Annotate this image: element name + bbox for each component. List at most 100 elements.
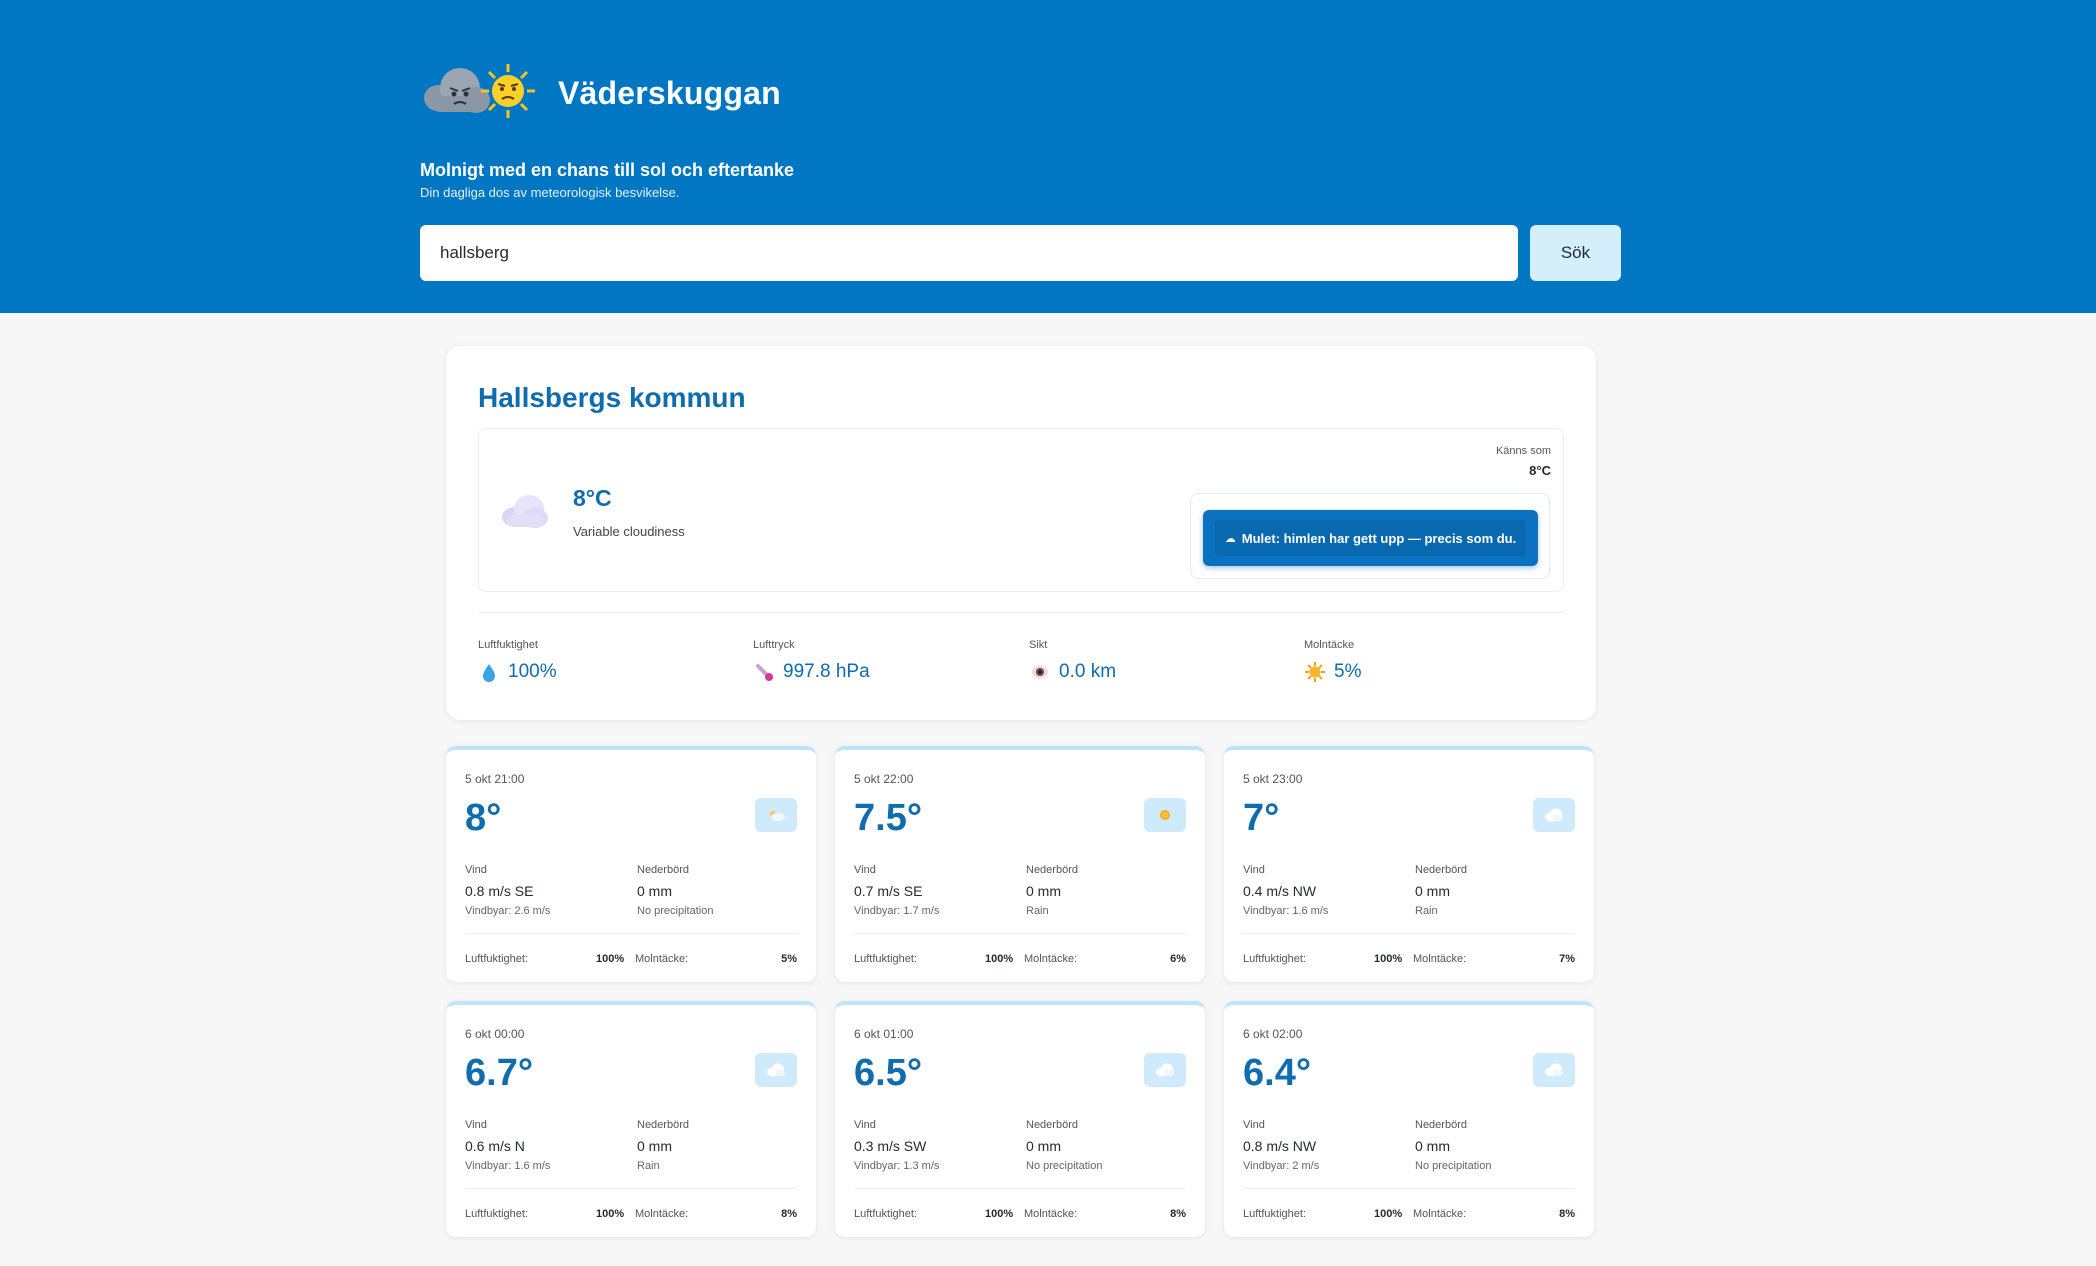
search-button[interactable]: Sök (1530, 225, 1621, 281)
eye-icon (1029, 661, 1051, 683)
cloud-icon (1144, 1053, 1186, 1087)
forecast-temperature: 7° (1243, 797, 1280, 839)
forecast-card: 6 okt 01:00 6.5° Vind 0.3 m/s SW Vindbya… (835, 1001, 1205, 1237)
cloud-icon: ☁ (1224, 532, 1236, 545)
wind-value: 0.8 m/s SE (465, 883, 534, 899)
stat-value: 5% (1334, 661, 1362, 682)
site-header: Väderskuggan Molnigt med en chans till s… (0, 0, 2096, 313)
wind-value: 0.3 m/s SW (854, 1138, 927, 1154)
stat-label: Molntäcke (1304, 639, 1355, 651)
divider (1243, 1188, 1575, 1189)
forecast-time: 6 okt 02:00 (1243, 1027, 1303, 1041)
cloud-label: Molntäcke: (1024, 1208, 1078, 1220)
divider (478, 612, 1564, 613)
divider (1243, 933, 1575, 934)
cloud-value: 8% (781, 1208, 797, 1220)
forecast-temperature: 6.4° (1243, 1052, 1312, 1094)
cloud-icon (499, 493, 549, 529)
logo (420, 58, 542, 128)
quip-banner: ☁ Mulet: himlen har gett upp — precis so… (1203, 510, 1538, 566)
precip-type: Rain (637, 1160, 660, 1172)
precip-label: Nederbörd (637, 1119, 689, 1131)
wind-value: 0.8 m/s NW (1243, 1138, 1317, 1154)
quip-text: Mulet: himlen har gett upp — precis som … (1241, 530, 1517, 546)
wind-gusts: Vindbyar: 2.6 m/s (465, 905, 551, 917)
precip-type: Rain (1415, 905, 1438, 917)
cloud-value: 6% (1170, 953, 1186, 965)
droplet-icon (478, 661, 500, 683)
stat-value: 100% (508, 661, 557, 682)
search-input[interactable] (420, 225, 1518, 281)
stat-label: Luftfuktighet (478, 639, 538, 651)
current-weather-card: Hallsbergs kommun 8°C Variable cloudines… (446, 346, 1596, 720)
precip-value: 0 mm (1026, 1138, 1061, 1154)
stat-cloud-cover: Molntäcke 5% (1304, 639, 1361, 683)
sun-icon (1144, 798, 1186, 832)
grumpy-cloud-icon (424, 68, 490, 113)
quip-container: ☁ Mulet: himlen har gett upp — precis so… (1190, 493, 1550, 579)
divider (854, 1188, 1186, 1189)
wind-label: Vind (854, 1119, 876, 1131)
stat-humidity: Luftfuktighet 100% (478, 639, 557, 683)
feels-like-label: Känns som (1495, 445, 1551, 457)
cloud-label: Molntäcke: (1413, 1208, 1467, 1220)
wind-gusts: Vindbyar: 2 m/s (1243, 1160, 1320, 1172)
thermometer-icon (753, 661, 775, 683)
sun-icon (1304, 661, 1326, 683)
humidity-value: 100% (596, 1208, 625, 1220)
humidity-value: 100% (1374, 953, 1403, 965)
wind-label: Vind (1243, 1119, 1265, 1131)
cloud-value: 8% (1559, 1208, 1575, 1220)
cloud-icon (755, 1053, 797, 1087)
humidity-value: 100% (1374, 1208, 1403, 1220)
current-temperature: 8°C (573, 485, 612, 511)
precip-value: 0 mm (637, 883, 672, 899)
wind-value: 0.4 m/s NW (1243, 883, 1317, 899)
forecast-temperature: 8° (465, 797, 502, 839)
precip-value: 0 mm (637, 1138, 672, 1154)
forecast-card: 6 okt 02:00 6.4° Vind 0.8 m/s NW Vindbya… (1224, 1001, 1594, 1237)
wind-gusts: Vindbyar: 1.6 m/s (1243, 905, 1329, 917)
forecast-temperature: 7.5° (854, 797, 923, 839)
divider (465, 933, 797, 934)
forecast-time: 6 okt 00:00 (465, 1027, 525, 1041)
quip-text-box: ☁ Mulet: himlen har gett upp — precis so… (1215, 520, 1526, 556)
wind-gusts: Vindbyar: 1.6 m/s (465, 1160, 551, 1172)
forecast-card: 5 okt 22:00 7.5° Vind 0.7 m/s SE Vindbya… (835, 746, 1205, 982)
cloud-value: 8% (1170, 1208, 1186, 1220)
precip-label: Nederbörd (1026, 864, 1078, 876)
wind-value: 0.7 m/s SE (854, 883, 923, 899)
stat-value: 0.0 km (1059, 661, 1117, 682)
forecast-time: 5 okt 21:00 (465, 772, 525, 786)
precip-label: Nederbörd (1415, 864, 1467, 876)
precip-label: Nederbörd (1026, 1119, 1078, 1131)
forecast-time: 6 okt 01:00 (854, 1027, 914, 1041)
cloud-icon (1533, 798, 1575, 832)
stat-value: 997.8 hPa (783, 661, 870, 682)
forecast-card: 5 okt 23:00 7° Vind 0.4 m/s NW Vindbyar:… (1224, 746, 1594, 982)
divider (854, 933, 1186, 934)
location-title: Hallsbergs kommun (478, 382, 746, 413)
partly-cloudy-icon (755, 798, 797, 832)
divider (465, 1188, 797, 1189)
forecast-temperature: 6.5° (854, 1052, 923, 1094)
precip-value: 0 mm (1415, 883, 1450, 899)
forecast-card: 5 okt 21:00 8° Vind 0.8 m/s SE Vindbyar:… (446, 746, 816, 982)
cloud-label: Molntäcke: (1413, 953, 1467, 965)
cloud-label: Molntäcke: (635, 1208, 689, 1220)
grumpy-sun-icon (481, 64, 535, 118)
stat-label: Lufttryck (753, 639, 795, 651)
humidity-label: Luftfuktighet: (854, 1208, 917, 1220)
humidity-value: 100% (985, 1208, 1014, 1220)
precip-type: No precipitation (1026, 1160, 1103, 1172)
cloud-value: 5% (781, 953, 797, 965)
precip-type: No precipitation (637, 905, 714, 917)
brand[interactable]: Väderskuggan (420, 58, 781, 128)
precip-label: Nederbörd (1415, 1119, 1467, 1131)
precip-type: No precipitation (1415, 1160, 1492, 1172)
forecast-time: 5 okt 23:00 (1243, 772, 1303, 786)
wind-gusts: Vindbyar: 1.3 m/s (854, 1160, 940, 1172)
current-conditions: 8°C Variable cloudiness Känns som 8°C ☁ … (478, 428, 1564, 592)
cloud-label: Molntäcke: (1024, 953, 1078, 965)
stat-visibility: Sikt 0.0 km (1029, 639, 1116, 683)
